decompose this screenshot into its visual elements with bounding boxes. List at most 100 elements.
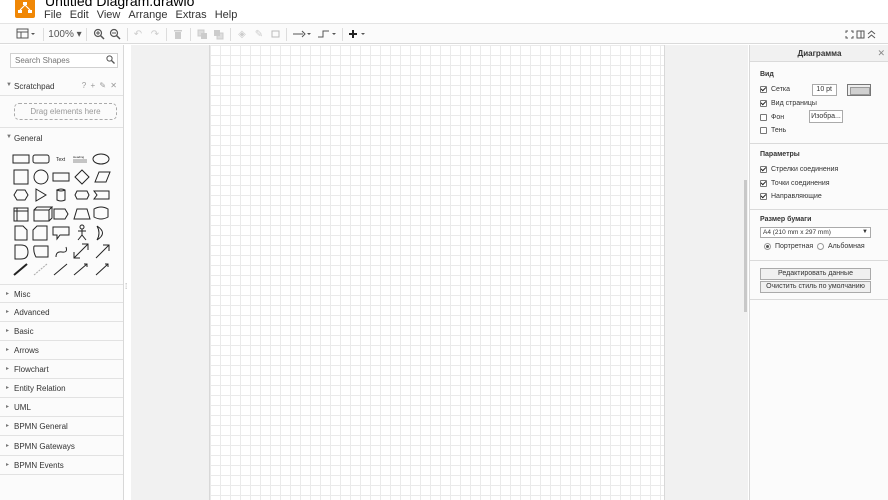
background-checkbox[interactable] bbox=[760, 114, 767, 121]
section-basic[interactable]: ▸ Basic bbox=[0, 322, 123, 341]
portrait-radio[interactable] bbox=[764, 243, 771, 250]
shadow-option[interactable]: Тень bbox=[760, 127, 786, 134]
landscape-option[interactable]: Альбомная bbox=[817, 243, 865, 250]
sidebar-resize-handle[interactable]: ⁞ bbox=[125, 282, 127, 291]
search-shapes-input[interactable] bbox=[10, 53, 118, 68]
trapezoid-shape bbox=[73, 208, 91, 220]
chevron-right-icon: ▸ bbox=[6, 347, 10, 353]
background-image-button[interactable]: Изобра... bbox=[809, 110, 843, 123]
connection-style-button[interactable] bbox=[291, 26, 313, 42]
square-shape bbox=[13, 169, 29, 185]
section-flowchart[interactable]: ▸ Flowchart bbox=[0, 360, 123, 379]
grid-option[interactable]: Сетка bbox=[760, 86, 790, 93]
guides-checkbox[interactable] bbox=[760, 193, 767, 200]
page-view-checkbox[interactable] bbox=[760, 100, 767, 107]
chevron-right-icon: ▸ bbox=[6, 443, 10, 449]
to-back-icon bbox=[213, 29, 223, 39]
chevron-down-icon: ▼ bbox=[862, 229, 868, 235]
portrait-label: Портретная bbox=[775, 243, 814, 250]
menu-file[interactable]: File bbox=[40, 9, 66, 21]
waypoints-button[interactable] bbox=[316, 26, 338, 42]
section-bpmn-general[interactable]: ▸ BPMN General bbox=[0, 417, 123, 436]
shadow-button[interactable] bbox=[270, 26, 282, 42]
to-front-icon bbox=[197, 29, 207, 39]
zoom-dropdown[interactable]: 100% ▾ bbox=[48, 26, 82, 42]
clear-default-style-button[interactable]: Очистить стиль по умолчанию bbox=[760, 281, 871, 293]
zoom-out-button[interactable] bbox=[108, 26, 122, 42]
to-back-button[interactable] bbox=[212, 26, 224, 42]
chevron-down-icon: ▼ bbox=[6, 82, 12, 88]
step-shape bbox=[93, 190, 110, 200]
edit-data-button[interactable]: Редактировать данные bbox=[760, 268, 871, 280]
connection-points-checkbox[interactable] bbox=[760, 180, 767, 187]
chevron-right-icon: ▸ bbox=[6, 366, 10, 372]
section-scratchpad[interactable]: ▼ Scratchpad ? + ✎ ✕ bbox=[0, 77, 123, 96]
to-front-button[interactable] bbox=[196, 26, 208, 42]
section-advanced[interactable]: ▸ Advanced bbox=[0, 303, 123, 322]
document-title[interactable]: Untitled Diagram.drawio bbox=[45, 0, 194, 9]
collapse-button[interactable] bbox=[865, 26, 877, 42]
landscape-radio[interactable] bbox=[817, 243, 824, 250]
general-shapes-palette[interactable]: Text Heading bbox=[12, 151, 114, 277]
arrow-up-right-shape bbox=[95, 244, 110, 259]
section-general[interactable]: ▼ General bbox=[0, 129, 123, 148]
grid-color-button[interactable] bbox=[847, 84, 871, 96]
directional-connector-shape bbox=[95, 263, 109, 276]
menu-extras[interactable]: Extras bbox=[172, 9, 211, 21]
circle-shape bbox=[33, 169, 49, 185]
waypoints-icon bbox=[318, 30, 336, 38]
grid-checkbox[interactable] bbox=[760, 86, 767, 93]
menu-arrange[interactable]: Arrange bbox=[124, 9, 171, 21]
background-option[interactable]: Фон bbox=[760, 114, 784, 121]
zoom-in-button[interactable] bbox=[92, 26, 106, 42]
page-view-option[interactable]: Вид страницы bbox=[760, 100, 817, 107]
toolbar: 100% ▾ ↶ ↷ ◈ ✎ bbox=[0, 23, 888, 44]
diagram-page[interactable] bbox=[209, 45, 665, 500]
format-panel-toggle-button[interactable] bbox=[14, 26, 38, 42]
tape-shape bbox=[93, 206, 109, 220]
menu-help[interactable]: Help bbox=[211, 9, 242, 21]
section-bpmn-events[interactable]: ▸ BPMN Events bbox=[0, 456, 123, 475]
format-panel: Диаграмма ✕ Вид Сетка 10 pt Вид страницы… bbox=[749, 45, 888, 500]
zoom-out-icon bbox=[109, 28, 121, 40]
close-icon[interactable]: ✕ bbox=[877, 45, 885, 62]
text-shape: Text bbox=[56, 157, 66, 163]
section-misc[interactable]: ▸ Misc bbox=[0, 284, 123, 303]
search-icon[interactable] bbox=[106, 55, 115, 64]
paper-size-select[interactable]: A4 (210 mm x 297 mm) ▼ bbox=[760, 227, 871, 238]
landscape-label: Альбомная bbox=[828, 243, 865, 250]
undo-icon: ↶ bbox=[133, 28, 143, 40]
shadow-checkbox[interactable] bbox=[760, 127, 767, 134]
insert-button[interactable] bbox=[347, 26, 369, 42]
background-label: Фон bbox=[771, 114, 785, 121]
section-label: BPMN General bbox=[14, 422, 68, 431]
undo-button[interactable]: ↶ bbox=[132, 26, 144, 42]
scratchpad-tools[interactable]: ? + ✎ ✕ bbox=[82, 81, 118, 90]
guides-option[interactable]: Направляющие bbox=[760, 193, 822, 200]
vertical-scrollbar[interactable] bbox=[744, 180, 747, 312]
section-bpmn-gateways[interactable]: ▸ BPMN Gateways bbox=[0, 437, 123, 456]
connection-arrows-checkbox[interactable] bbox=[760, 166, 767, 173]
dashed-line-shape bbox=[33, 263, 48, 276]
portrait-option[interactable]: Портретная bbox=[764, 243, 813, 250]
line-color-button[interactable]: ✎ bbox=[253, 26, 265, 42]
connection-arrows-option[interactable]: Стрелки соединения bbox=[760, 166, 838, 173]
section-arrows[interactable]: ▸ Arrows bbox=[0, 341, 123, 360]
scratchpad-dropzone[interactable]: Drag elements here bbox=[14, 103, 117, 120]
connection-points-option[interactable]: Точки соединения bbox=[760, 180, 830, 187]
redo-icon: ↷ bbox=[150, 28, 160, 40]
menu-view[interactable]: View bbox=[93, 9, 125, 21]
delay-shape bbox=[14, 244, 29, 260]
section-entity-relation[interactable]: ▸ Entity Relation bbox=[0, 379, 123, 398]
parallelogram-shape bbox=[94, 171, 111, 183]
redo-button[interactable]: ↷ bbox=[149, 26, 161, 42]
grid-size-input[interactable]: 10 pt bbox=[812, 84, 837, 96]
chevron-right-icon: ▸ bbox=[6, 385, 10, 391]
menu-edit[interactable]: Edit bbox=[66, 9, 93, 21]
chevron-down-icon: ▾ bbox=[76, 28, 82, 40]
fill-color-button[interactable]: ◈ bbox=[236, 26, 248, 42]
section-uml[interactable]: ▸ UML bbox=[0, 398, 123, 417]
chevron-right-icon: ▸ bbox=[6, 423, 10, 429]
drawio-logo bbox=[15, 0, 35, 18]
delete-button[interactable] bbox=[172, 26, 184, 42]
